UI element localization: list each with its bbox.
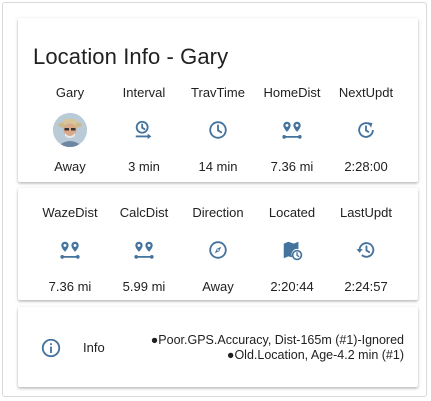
glance-homedist[interactable]: HomeDist 7.36 mi [255,85,329,175]
glance-label: Direction [192,205,244,220]
glance-label: WazeDist [42,205,98,220]
glance-calcdist[interactable]: CalcDist 5.99 mi [107,205,181,295]
distance-card: WazeDist 7.36 mi CalcDist 5.99 mi Direct… [18,188,418,300]
glance-value: Away [54,159,86,174]
dashboard-frame: Location Info - Gary Gary Away Interval … [2,2,427,397]
avatar [53,113,87,147]
glance-label: Interval [122,85,166,100]
info-line-2: ●Old.Location, Age-4.2 min (#1) [226,348,404,362]
glance-wazedist[interactable]: WazeDist 7.36 mi [33,205,107,295]
glance-value: 7.36 mi [270,159,314,174]
glance-label: Located [268,205,316,220]
info-line-1: ●Poor.GPS.Accuracy, Dist-165m (#1)-Ignor… [150,333,404,347]
map-marker-distance-icon [60,241,80,259]
timer-arrow-icon [135,120,152,140]
location-info-card: Location Info - Gary Gary Away Interval … [18,18,418,182]
glance-nextupdt[interactable]: NextUpdt 2:28:00 [329,85,403,175]
history-icon [356,242,375,258]
info-icon[interactable] [40,337,62,364]
glance-value: 14 min [198,159,238,174]
glance-interval[interactable]: Interval 3 min [107,85,181,175]
info-label: Info [83,340,105,355]
glance-label: CalcDist [119,205,169,220]
glance-lastupdt[interactable]: LastUpdt 2:24:57 [329,205,403,295]
glance-gary[interactable]: Gary Away [33,85,107,175]
glance-row-2: WazeDist 7.36 mi CalcDist 5.99 mi Direct… [18,205,418,295]
info-message: ●Poor.GPS.Accuracy, Dist-165m (#1)-Ignor… [151,333,404,363]
glance-value: 3 min [128,159,160,174]
glance-value: Away [202,279,234,294]
info-card: Info ●Poor.GPS.Accuracy, Dist-165m (#1)-… [18,307,418,387]
clock-refresh-icon [358,122,374,138]
glance-row-1: Gary Away Interval 3 min TravTime 14 min… [18,85,418,175]
glance-direction[interactable]: Direction Away [181,205,255,295]
glance-value: 7.36 mi [48,279,92,294]
glance-label: NextUpdt [338,85,394,100]
card-title: Location Info - Gary [33,44,229,69]
glance-located[interactable]: Located 2:20:44 [255,205,329,295]
glance-label: Gary [55,85,85,100]
glance-value: 5.99 mi [122,279,166,294]
map-marker-distance-icon [282,121,302,139]
glance-value: 2:28:00 [344,159,388,174]
map-marker-distance-icon [134,241,154,259]
glance-label: HomeDist [263,85,321,100]
glance-travtime[interactable]: TravTime 14 min [181,85,255,175]
compass-icon [209,241,227,259]
glance-label: LastUpdt [339,205,393,220]
glance-value: 2:20:44 [270,279,314,294]
clock-icon [209,121,227,139]
glance-label: TravTime [191,85,245,100]
map-clock-icon [283,241,303,261]
glance-value: 2:24:57 [344,279,388,294]
